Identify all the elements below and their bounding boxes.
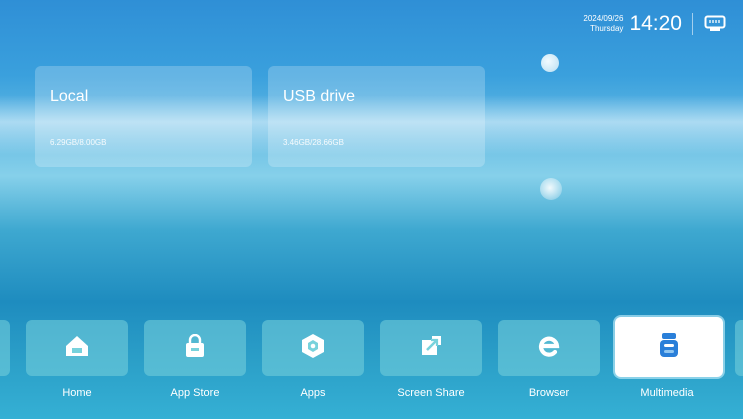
dock-label-home: Home xyxy=(62,387,92,399)
shopping-bag-icon xyxy=(184,333,206,363)
moon-decoration xyxy=(541,54,559,72)
dock-item-browser[interactable] xyxy=(498,320,600,376)
dock-label-browser: Browser xyxy=(528,387,570,399)
dock-label-screen-share: Screen Share xyxy=(397,387,465,399)
clock: 14:20 xyxy=(629,12,682,35)
browser-e-icon xyxy=(536,333,562,364)
dock-item-home[interactable] xyxy=(26,320,128,376)
dock-item-multimedia[interactable] xyxy=(615,317,723,377)
dock-item-partial-right[interactable] xyxy=(735,320,743,376)
status-divider xyxy=(692,13,693,35)
storage-title: USB drive xyxy=(283,88,356,105)
date-block: 2024/09/26 Thursday xyxy=(583,14,623,34)
screen-share-icon xyxy=(419,334,443,363)
dock-item-screen-share[interactable] xyxy=(380,320,482,376)
dock-item-apps[interactable] xyxy=(262,320,364,376)
status-bar: 2024/09/26 Thursday 14:20 xyxy=(583,12,727,36)
date-text: 2024/09/26 xyxy=(583,14,624,23)
ethernet-icon xyxy=(703,14,727,34)
storage-card-usb[interactable]: USB drive 3.46GB/28.66GB xyxy=(268,66,485,167)
storage-title: Local xyxy=(50,88,89,105)
weekday-text: Thursday xyxy=(590,24,624,33)
dock-label-app-store: App Store xyxy=(170,387,220,399)
storage-card-local[interactable]: Local 6.29GB/8.00GB xyxy=(35,66,252,167)
dock-item-partial-left[interactable] xyxy=(0,320,10,376)
home-icon xyxy=(64,334,90,363)
dock-item-app-store[interactable] xyxy=(144,320,246,376)
apps-hexagon-icon xyxy=(301,333,325,364)
dock-label-multimedia: Multimedia xyxy=(640,387,694,399)
moon-reflection-decoration xyxy=(540,178,562,200)
dock-label-apps: Apps xyxy=(300,387,326,399)
storage-usage: 3.46GB/28.66GB xyxy=(283,138,344,147)
multimedia-icon xyxy=(658,332,680,363)
storage-usage: 6.29GB/8.00GB xyxy=(50,138,107,147)
